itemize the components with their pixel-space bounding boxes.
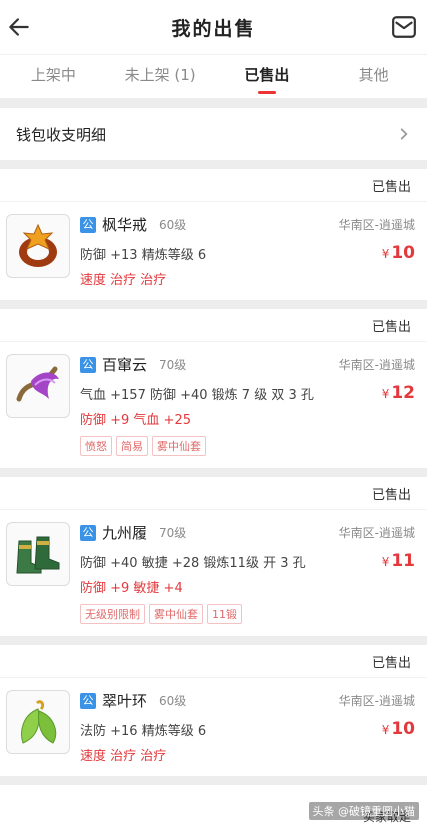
item-name: 枫华戒: [102, 216, 148, 234]
item-extra-stats: 速度 治疗 治疗: [80, 749, 167, 764]
tab-sold[interactable]: 已售出: [214, 55, 321, 98]
item-thumbnail: [6, 214, 70, 278]
item-tags: 愤怒 简易 雾中仙套: [80, 436, 415, 456]
item-extra-stats: 速度 治疗 治疗: [80, 273, 167, 288]
item-tag: 简易: [116, 436, 148, 456]
item-tags: 无级别限制 雾中仙套 11锻: [80, 604, 415, 624]
sold-item-card[interactable]: 已售出 公 翠叶环 60级 华南区-逍遥城 法防 +16 精炼等级 6 ¥10: [0, 645, 427, 776]
tab-other[interactable]: 其他: [320, 55, 427, 98]
sold-item-card[interactable]: 已售出 公 百窜云 70级 华南区-逍遥城 气血 +157 防御 +40 锻炼 …: [0, 309, 427, 468]
tab-not-listed[interactable]: 未上架 (1): [107, 55, 214, 98]
item-tag: 愤怒: [80, 436, 112, 456]
server-name: 华南区-逍遥城: [338, 694, 415, 708]
boots-icon: [16, 536, 60, 574]
sold-item-card[interactable]: 已售出 公 九州履 70级 华南区-逍遥城 防御 +40 敏捷 +28 锻炼11…: [0, 477, 427, 636]
item-extra-stats: 防御 +9 敏捷 +4: [80, 581, 183, 596]
tab-bar: 上架中 未上架 (1) 已售出 其他: [0, 54, 427, 98]
item-price: ¥10: [381, 243, 415, 263]
item-name: 翠叶环: [102, 692, 148, 710]
sold-status: 已售出: [371, 487, 411, 503]
wallet-details-row[interactable]: 钱包收支明细: [0, 108, 427, 160]
item-price: ¥11: [381, 551, 415, 571]
server-name: 华南区-逍遥城: [338, 526, 415, 540]
public-badge: 公: [80, 356, 96, 373]
item-price: ¥12: [381, 383, 415, 403]
public-badge: 公: [80, 216, 96, 233]
item-stats: 气血 +157 防御 +40 锻炼 7 级 双 3 孔: [80, 387, 314, 403]
sold-status: 已售出: [371, 179, 411, 195]
tab-on-shelf[interactable]: 上架中: [0, 55, 107, 98]
leaf-icon: [21, 700, 57, 744]
item-extra-stats: 防御 +9 气血 +25: [80, 413, 191, 428]
item-name: 百窜云: [102, 356, 148, 374]
back-arrow-icon[interactable]: [6, 14, 32, 40]
item-tag: 无级别限制: [80, 604, 145, 624]
item-tag: 11锻: [207, 604, 242, 624]
item-thumbnail: [6, 354, 70, 418]
wallet-details-label: 钱包收支明细: [16, 125, 107, 144]
mail-icon[interactable]: [391, 15, 417, 39]
server-name: 华南区-逍遥城: [338, 218, 415, 232]
chevron-right-icon: [400, 128, 408, 140]
item-thumbnail: [6, 690, 70, 754]
item-price: ¥10: [381, 719, 415, 739]
header-bar: 我的出售: [0, 0, 427, 54]
item-tag: 雾中仙套: [152, 436, 206, 456]
item-level: 70级: [159, 358, 187, 372]
sold-status: 已售出: [371, 319, 411, 335]
item-tag: 雾中仙套: [149, 604, 203, 624]
item-stats: 防御 +40 敏捷 +28 锻炼11级 开 3 孔: [80, 555, 306, 571]
item-thumbnail: [6, 522, 70, 586]
ring-icon: [19, 223, 57, 267]
item-level: 60级: [159, 694, 187, 708]
item-name: 九州履: [102, 524, 148, 542]
page-title: 我的出售: [171, 17, 256, 40]
server-name: 华南区-逍遥城: [338, 358, 415, 372]
watermark: 头条 @破镜重圆小猫: [308, 802, 419, 820]
item-stats: 防御 +13 精炼等级 6: [80, 247, 207, 263]
silk-ribbon-icon: [16, 366, 59, 402]
public-badge: 公: [80, 524, 96, 541]
item-level: 60级: [159, 218, 187, 232]
sold-item-card[interactable]: 已售出 公 枫华戒 60级 华南区-逍遥城 防御 +13 精炼等级 6 ¥10: [0, 169, 427, 300]
item-stats: 法防 +16 精炼等级 6: [80, 723, 207, 739]
public-badge: 公: [80, 692, 96, 709]
item-level: 70级: [159, 526, 187, 540]
active-tab-indicator: [257, 91, 276, 94]
sold-status: 已售出: [371, 655, 411, 671]
